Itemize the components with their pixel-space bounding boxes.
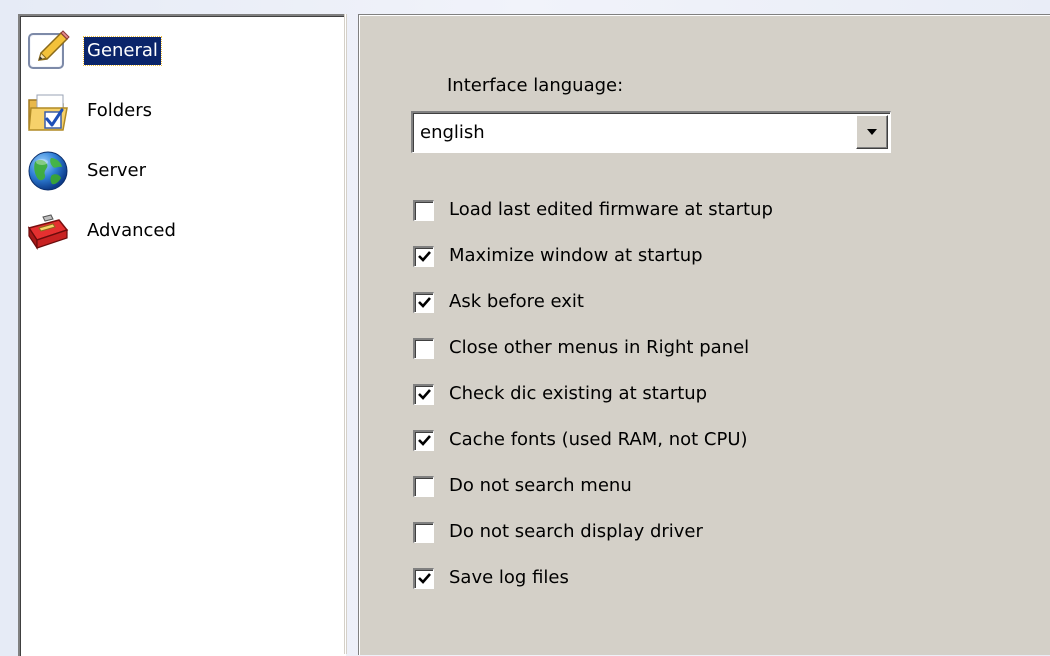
chevron-down-icon bbox=[867, 129, 877, 135]
settings-category-list: General Folders Server Advanced bbox=[18, 14, 346, 656]
checkbox-do-not-search-menu[interactable]: Do not search menu bbox=[413, 471, 632, 501]
checkbox-label: Check dic existing at startup bbox=[449, 383, 708, 404]
checkbox[interactable] bbox=[413, 567, 434, 589]
check-icon bbox=[417, 573, 431, 584]
checkbox[interactable] bbox=[413, 291, 434, 313]
checkbox[interactable] bbox=[413, 475, 434, 497]
nav-item-advanced[interactable]: Advanced bbox=[24, 204, 179, 258]
checkbox[interactable] bbox=[413, 429, 434, 451]
checkbox[interactable] bbox=[413, 245, 434, 267]
globe-icon bbox=[24, 147, 72, 195]
checkbox[interactable] bbox=[413, 383, 434, 405]
interface-language-value: english bbox=[420, 122, 485, 143]
nav-item-server[interactable]: Server bbox=[24, 144, 149, 198]
dropdown-button[interactable] bbox=[856, 115, 888, 149]
checkbox-maximize-window[interactable]: Maximize window at startup bbox=[413, 241, 703, 271]
nav-item-label: Advanced bbox=[87, 220, 176, 241]
checkbox-save-log-files[interactable]: Save log files bbox=[413, 563, 569, 593]
checkbox-do-not-search-display-driver[interactable]: Do not search display driver bbox=[413, 517, 703, 547]
checkbox-label: Load last edited firmware at startup bbox=[449, 199, 773, 220]
checkbox[interactable] bbox=[413, 337, 434, 359]
general-settings-panel: Interface language: english Load last ed… bbox=[358, 14, 1050, 655]
check-icon bbox=[417, 251, 431, 262]
red-toolbox-icon bbox=[24, 207, 72, 255]
check-icon bbox=[417, 389, 431, 400]
checkbox-label: Do not search display driver bbox=[449, 521, 703, 542]
nav-item-label: Folders bbox=[87, 100, 153, 121]
check-icon bbox=[417, 435, 431, 446]
nav-item-general[interactable]: General bbox=[24, 24, 162, 78]
interface-language-select[interactable]: english bbox=[411, 111, 891, 153]
checkbox-cache-fonts[interactable]: Cache fonts (used RAM, not CPU) bbox=[413, 425, 748, 455]
nav-item-folders[interactable]: Folders bbox=[24, 84, 155, 138]
checkbox-check-dic[interactable]: Check dic existing at startup bbox=[413, 379, 707, 409]
checkbox[interactable] bbox=[413, 521, 434, 543]
nav-item-label: General bbox=[83, 36, 162, 66]
checkbox-label: Save log files bbox=[449, 567, 569, 588]
checkbox-ask-before-exit[interactable]: Ask before exit bbox=[413, 287, 584, 317]
checkbox-label: Do not search menu bbox=[449, 475, 632, 496]
interface-language-label: Interface language: bbox=[447, 75, 624, 96]
check-icon bbox=[417, 297, 431, 308]
checkbox-label: Maximize window at startup bbox=[449, 245, 703, 266]
pencil-note-icon bbox=[24, 27, 72, 75]
checkbox-label: Cache fonts (used RAM, not CPU) bbox=[449, 429, 748, 450]
checkbox[interactable] bbox=[413, 199, 434, 221]
nav-item-label: Server bbox=[87, 160, 147, 181]
checkbox-label: Ask before exit bbox=[449, 291, 584, 312]
folder-check-icon bbox=[24, 87, 72, 135]
splitter[interactable] bbox=[344, 14, 347, 654]
checkbox-load-last-firmware[interactable]: Load last edited firmware at startup bbox=[413, 195, 773, 225]
checkbox-close-other-menus[interactable]: Close other menus in Right panel bbox=[413, 333, 749, 363]
checkbox-label: Close other menus in Right panel bbox=[449, 337, 750, 358]
